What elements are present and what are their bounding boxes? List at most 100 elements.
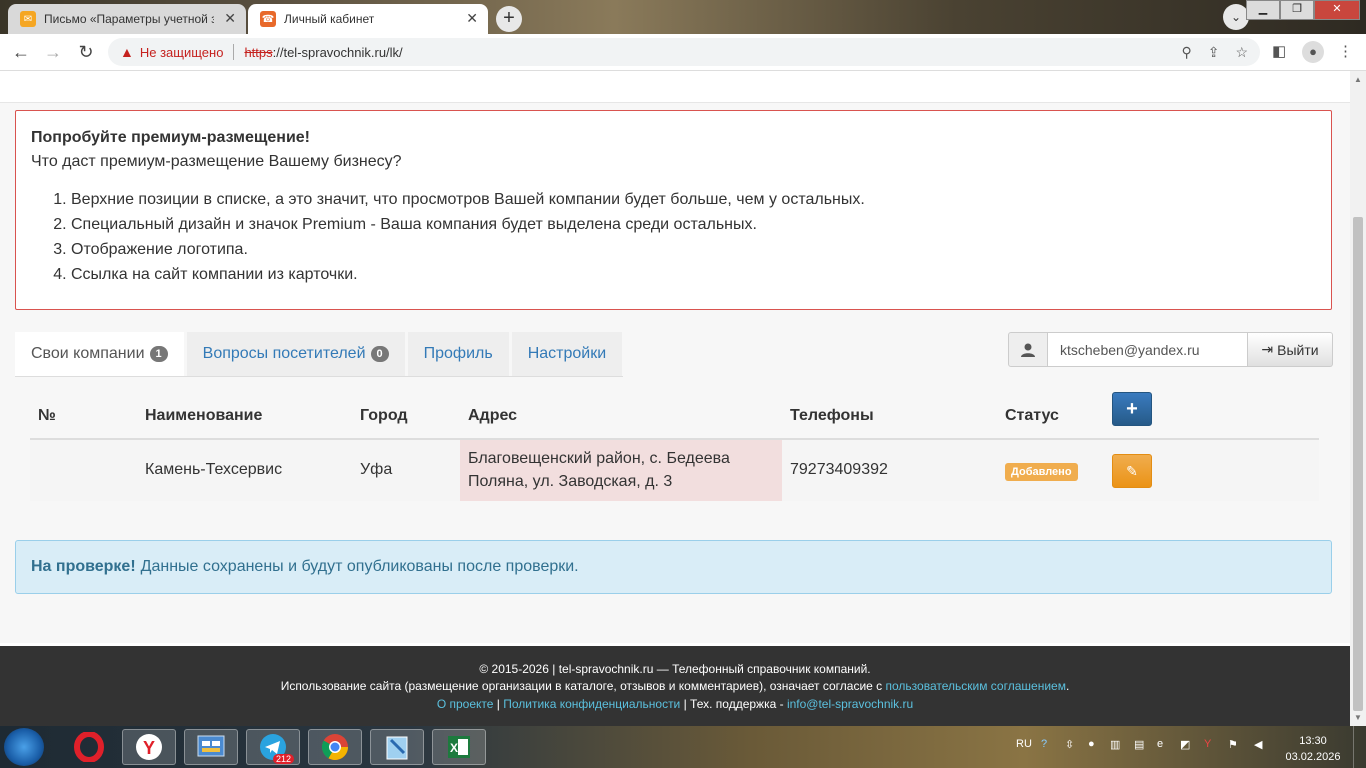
opera-icon[interactable]: [62, 729, 116, 765]
bookmark-star-icon[interactable]: ☆: [1235, 44, 1248, 61]
help-icon[interactable]: ?: [1041, 738, 1047, 750]
tab-label: Свои компании: [31, 345, 145, 362]
windows-taskbar: Y 212 X RU ? ⇳ ● ▥ ▤ e ◩ Y ⚑ ◀ 13:30 03.…: [0, 726, 1366, 768]
scrollbar-thumb[interactable]: [1353, 217, 1363, 711]
volume-icon[interactable]: ◀: [1254, 738, 1262, 751]
browser-tab-mail[interactable]: ✉ Письмо «Параметры учетной за ✕: [8, 4, 246, 34]
tab-settings[interactable]: Настройки: [511, 332, 623, 376]
tray-arrow-icon[interactable]: ⇳: [1065, 738, 1074, 751]
excel-icon[interactable]: X: [432, 729, 486, 765]
url-text: ://tel-spravochnik.ru/lk/: [272, 44, 403, 60]
companies-table: № Наименование Город Адрес Телефоны Стат…: [30, 392, 1319, 501]
location-pin-icon[interactable]: ⚲: [1181, 44, 1191, 61]
close-tab-icon[interactable]: ✕: [224, 10, 236, 27]
count-badge: 1: [149, 346, 168, 362]
status-badge: Добавлено: [1005, 463, 1078, 481]
user-agreement-link[interactable]: пользовательским соглашением: [886, 679, 1066, 693]
side-panel-icon[interactable]: ◧: [1272, 42, 1286, 60]
warning-icon: ▲: [120, 44, 134, 60]
svg-text:Y: Y: [143, 738, 155, 758]
cabinet-tabs: Свои компании 1 Вопросы посетителей 0 Пр…: [15, 332, 625, 376]
reload-icon[interactable]: ↻: [75, 41, 97, 63]
footer-terms-end: .: [1065, 679, 1070, 693]
telegram-icon[interactable]: 212: [246, 729, 300, 765]
show-desktop-button[interactable]: [1353, 726, 1366, 768]
page-scrollbar[interactable]: ▲ ▼: [1350, 71, 1366, 726]
table-row: Камень-Техсервис Уфа Благовещенский райо…: [30, 440, 1319, 501]
control-panel-icon[interactable]: [184, 729, 238, 765]
address-line: Благовещенский район, с. Бедеева: [468, 450, 730, 467]
share-icon[interactable]: ⇪: [1208, 44, 1220, 61]
tray-device-icon[interactable]: ▤: [1134, 738, 1144, 751]
alert-title: На проверке!: [31, 558, 136, 575]
tray-e-icon[interactable]: e: [1157, 738, 1163, 750]
tab-label: Вопросы посетителей: [202, 345, 366, 362]
footer-copyright: © 2015-2026 | tel-spravochnik.ru — Телеф…: [479, 662, 871, 676]
company-name: Камень-Техсервис: [145, 461, 283, 478]
network-icon[interactable]: ▥: [1110, 738, 1120, 751]
new-tab-button[interactable]: +: [496, 6, 522, 32]
close-window-button[interactable]: ✕: [1314, 0, 1360, 20]
footer-terms: Использование сайта (размещение организа…: [0, 679, 1350, 693]
url-scheme: https: [244, 44, 273, 60]
svg-text:X: X: [450, 741, 458, 755]
language-indicator[interactable]: RU: [1016, 738, 1032, 750]
chrome-icon[interactable]: [308, 729, 362, 765]
profile-avatar-icon[interactable]: ●: [1302, 41, 1324, 63]
logout-icon: ⇥: [1261, 341, 1274, 357]
more-menu-icon[interactable]: ⋮: [1338, 42, 1353, 60]
system-clock[interactable]: 13:30 03.02.2026: [1284, 733, 1342, 765]
notepad-icon[interactable]: [370, 729, 424, 765]
tab-profile[interactable]: Профиль: [407, 332, 509, 376]
phone-icon: ☎: [260, 11, 276, 27]
footer-links: О проекте | Политика конфиденциальности …: [0, 697, 1350, 711]
about-link[interactable]: О проекте: [437, 697, 494, 711]
minimize-button[interactable]: ▁: [1246, 0, 1280, 20]
tray-yandex-icon[interactable]: Y: [1204, 738, 1211, 750]
tab-label: Настройки: [527, 345, 607, 362]
logout-label: Выйти: [1277, 341, 1319, 358]
promo-list: Верхние позиции в списке, а это значит, …: [31, 187, 1316, 287]
browser-tab-title: Письмо «Параметры учетной за: [44, 12, 214, 26]
company-address: Благовещенский район, с. Бедеева Поляна,…: [460, 440, 782, 501]
mail-icon: ✉: [20, 11, 36, 27]
browser-tab-cabinet[interactable]: ☎ Личный кабинет ✕: [248, 4, 488, 34]
security-label[interactable]: Не защищено: [140, 45, 224, 60]
tray-app-icon[interactable]: ●: [1088, 738, 1095, 750]
tab-label: Профиль: [423, 345, 493, 362]
start-button[interactable]: [4, 728, 44, 766]
column-header-number: №: [38, 407, 56, 424]
address-bar[interactable]: ▲ Не защищено https ://tel-spravochnik.r…: [108, 38, 1260, 66]
tray-chart-icon[interactable]: ◩: [1180, 738, 1190, 751]
forward-arrow-icon[interactable]: →: [42, 41, 64, 63]
logout-button[interactable]: ⇥ Выйти: [1248, 332, 1333, 367]
scroll-down-arrow-icon[interactable]: ▼: [1354, 713, 1362, 722]
browser-tab-strip: ✉ Письмо «Параметры учетной за ✕ ☎ Личны…: [0, 0, 1366, 34]
close-tab-icon[interactable]: ✕: [466, 10, 478, 27]
promo-item: Верхние позиции в списке, а это значит, …: [71, 187, 1316, 212]
count-badge: 0: [370, 346, 389, 362]
action-center-flag-icon[interactable]: ⚑: [1228, 738, 1238, 751]
promo-item: Ссылка на сайт компании из карточки.: [71, 262, 1316, 287]
add-company-button[interactable]: +: [1112, 392, 1152, 426]
user-icon: [1008, 332, 1048, 367]
edit-company-button[interactable]: ✎: [1112, 454, 1152, 488]
column-header-address: Адрес: [468, 407, 518, 424]
tab-visitor-questions[interactable]: Вопросы посетителей 0: [186, 332, 405, 376]
clock-date: 03.02.2026: [1285, 751, 1341, 763]
back-arrow-icon[interactable]: ←: [10, 41, 32, 63]
column-header-name: Наименование: [145, 407, 263, 424]
privacy-link[interactable]: Политика конфиденциальности: [503, 697, 680, 711]
yandex-browser-icon[interactable]: Y: [122, 729, 176, 765]
address-line: Поляна, ул. Заводская, д. 3: [468, 473, 673, 490]
alert-text: Данные сохранены и будут опубликованы по…: [140, 558, 579, 575]
maximize-button[interactable]: ❐: [1280, 0, 1314, 20]
window-controls: ▁ ❐ ✕: [1246, 0, 1360, 20]
tab-my-companies[interactable]: Свои компании 1: [15, 332, 184, 376]
support-email-link[interactable]: info@tel-spravochnik.ru: [787, 697, 913, 711]
scroll-up-arrow-icon[interactable]: ▲: [1354, 75, 1362, 84]
footer-terms-text: Использование сайта (размещение организа…: [280, 679, 886, 693]
clock-time: 13:30: [1299, 735, 1327, 747]
page-viewport: Попробуйте премиум-размещение! Что даст …: [0, 71, 1350, 726]
site-header: [0, 71, 1350, 103]
